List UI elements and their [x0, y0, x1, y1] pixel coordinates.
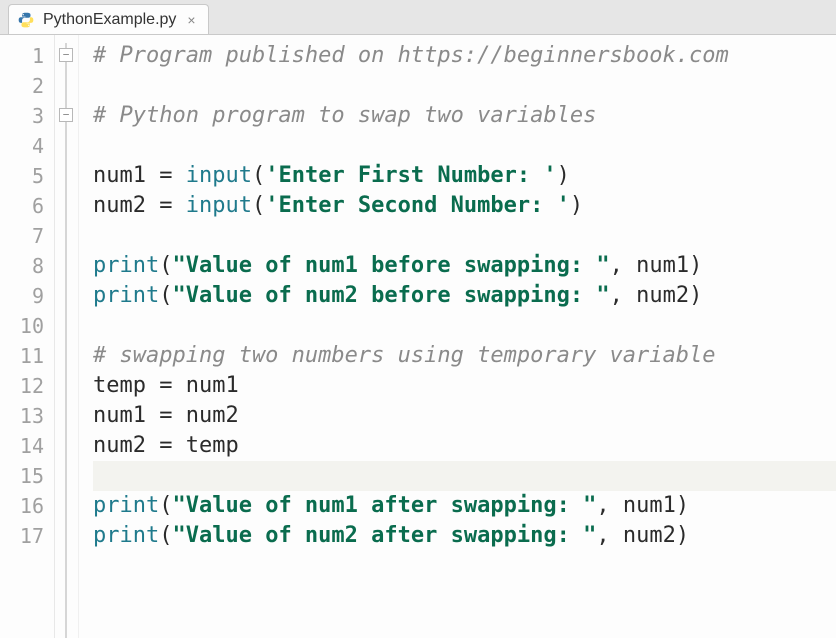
line-number: 2	[4, 71, 44, 101]
code-token: temp	[186, 431, 239, 461]
code-token: input	[186, 161, 252, 191]
code-line[interactable]: # Program published on https://beginners…	[93, 41, 836, 71]
line-number: 4	[4, 131, 44, 161]
code-token: )	[689, 281, 702, 311]
code-token: num1	[623, 491, 676, 521]
line-number-gutter: 1234567891011121314151617	[0, 35, 55, 638]
code-token: print	[93, 251, 159, 281]
code-line[interactable]: num2 = input('Enter Second Number: ')	[93, 191, 836, 221]
file-tab-label: PythonExample.py	[43, 11, 176, 29]
line-number: 5	[4, 161, 44, 191]
code-token: num1	[636, 251, 689, 281]
code-token: =	[159, 401, 186, 431]
code-line[interactable]: print("Value of num2 before swapping: ",…	[93, 281, 836, 311]
code-token: )	[676, 521, 689, 551]
code-line[interactable]	[93, 461, 836, 491]
code-line[interactable]	[93, 221, 836, 251]
close-icon[interactable]: ×	[184, 13, 198, 27]
code-token: num1	[93, 401, 159, 431]
code-line[interactable]: # Python program to swap two variables	[93, 101, 836, 131]
line-number: 8	[4, 251, 44, 281]
code-token: =	[159, 431, 186, 461]
tab-bar: PythonExample.py ×	[0, 0, 836, 35]
code-line[interactable]	[93, 131, 836, 161]
line-number: 7	[4, 221, 44, 251]
code-token: num2	[93, 191, 159, 221]
code-line[interactable]: print("Value of num2 after swapping: ", …	[93, 521, 836, 551]
code-token: temp	[93, 371, 159, 401]
code-token: num2	[623, 521, 676, 551]
code-token: ,	[610, 281, 637, 311]
code-token: "Value of num1 after swapping: "	[172, 491, 596, 521]
code-token: ,	[596, 521, 623, 551]
line-number: 17	[4, 521, 44, 551]
code-token: num1	[93, 161, 159, 191]
code-token: (	[159, 281, 172, 311]
line-number: 3	[4, 101, 44, 131]
code-token: num2	[93, 431, 159, 461]
line-number: 13	[4, 401, 44, 431]
file-tab[interactable]: PythonExample.py ×	[8, 4, 209, 34]
code-token: =	[159, 191, 186, 221]
fold-column: −−	[55, 35, 79, 638]
fold-toggle[interactable]: −	[59, 108, 73, 122]
code-token: num2	[186, 401, 239, 431]
line-number: 10	[4, 311, 44, 341]
code-token: # Python program to swap two variables	[93, 101, 596, 131]
line-number: 9	[4, 281, 44, 311]
code-token: =	[159, 161, 186, 191]
code-token: print	[93, 281, 159, 311]
code-token: )	[689, 251, 702, 281]
code-line[interactable]: print("Value of num1 before swapping: ",…	[93, 251, 836, 281]
code-token: print	[93, 521, 159, 551]
line-number: 14	[4, 431, 44, 461]
code-token: )	[557, 161, 570, 191]
code-token: # Program published on https://beginners…	[93, 41, 729, 71]
code-line[interactable]: num2 = temp	[93, 431, 836, 461]
line-number: 12	[4, 371, 44, 401]
code-token: "Value of num2 after swapping: "	[172, 521, 596, 551]
code-token: ,	[596, 491, 623, 521]
code-token: "Value of num2 before swapping: "	[172, 281, 609, 311]
code-token: ,	[610, 251, 637, 281]
code-line[interactable]	[93, 311, 836, 341]
code-token: "Value of num1 before swapping: "	[172, 251, 609, 281]
code-token: (	[252, 161, 265, 191]
line-number: 6	[4, 191, 44, 221]
code-token: num1	[186, 371, 239, 401]
code-line[interactable]: temp = num1	[93, 371, 836, 401]
line-number: 16	[4, 491, 44, 521]
code-token: # swapping two numbers using temporary v…	[93, 341, 716, 371]
code-token: =	[159, 371, 186, 401]
line-number: 11	[4, 341, 44, 371]
code-token: )	[570, 191, 583, 221]
fold-toggle[interactable]: −	[59, 48, 73, 62]
code-editor[interactable]: 1234567891011121314151617 −− # Program p…	[0, 35, 836, 638]
code-token: 'Enter First Number: '	[265, 161, 556, 191]
code-token: (	[159, 521, 172, 551]
python-file-icon	[17, 11, 35, 29]
code-token: (	[252, 191, 265, 221]
code-token: input	[186, 191, 252, 221]
code-line[interactable]: # swapping two numbers using temporary v…	[93, 341, 836, 371]
fold-rail	[65, 43, 67, 638]
code-line[interactable]	[93, 71, 836, 101]
code-token: print	[93, 491, 159, 521]
code-area[interactable]: # Program published on https://beginners…	[79, 35, 836, 638]
code-token: (	[159, 491, 172, 521]
code-line[interactable]: print("Value of num1 after swapping: ", …	[93, 491, 836, 521]
line-number: 15	[4, 461, 44, 491]
code-token: (	[159, 251, 172, 281]
code-line[interactable]: num1 = input('Enter First Number: ')	[93, 161, 836, 191]
code-token: )	[676, 491, 689, 521]
code-token: num2	[636, 281, 689, 311]
code-line[interactable]: num1 = num2	[93, 401, 836, 431]
code-token: 'Enter Second Number: '	[265, 191, 570, 221]
line-number: 1	[4, 41, 44, 71]
